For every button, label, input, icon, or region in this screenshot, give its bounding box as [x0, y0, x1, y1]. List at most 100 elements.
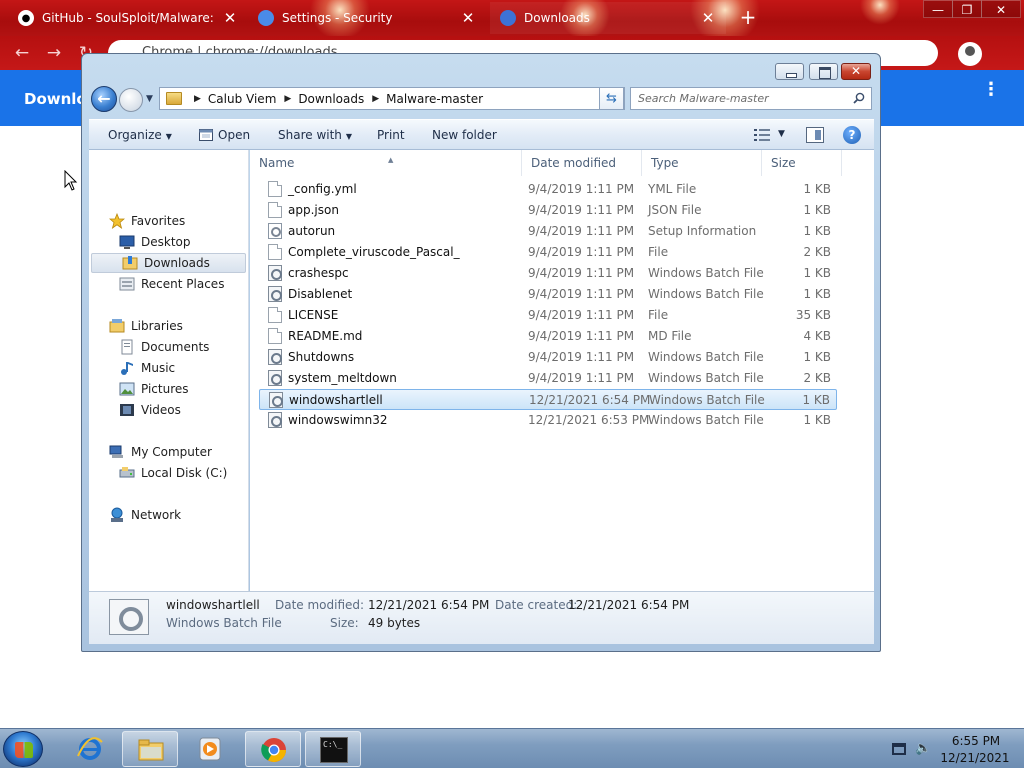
file-size: 1 KB	[803, 203, 831, 217]
print-button[interactable]: Print	[377, 128, 405, 142]
column-name[interactable]: Name ▲	[250, 150, 522, 176]
nav-libraries[interactable]: Libraries	[89, 316, 246, 336]
file-name: app.json	[288, 203, 339, 217]
start-button[interactable]	[3, 731, 43, 767]
breadcrumb-separator[interactable]: ▶	[372, 94, 379, 104]
tab-title: Downloads	[524, 11, 590, 25]
nav-desktop[interactable]: Desktop	[89, 232, 246, 252]
file-row[interactable]: _config.yml 9/4/2019 1:11 PM YML File 1 KB	[259, 179, 837, 200]
tab-github[interactable]: ● GitHub - SoulSploit/Malware: Be ✕	[8, 2, 248, 34]
nav-videos[interactable]: Videos	[89, 400, 246, 420]
taskbar-chrome[interactable]	[245, 731, 301, 767]
file-list[interactable]: Name ▲ Date modified Type Size _config.y…	[250, 150, 874, 591]
file-size: 1 KB	[802, 393, 830, 407]
share-with-button[interactable]: Share with ▼	[278, 128, 352, 142]
search-icon[interactable]	[853, 92, 865, 104]
refresh-icon[interactable]: ⇆	[599, 87, 624, 110]
column-size[interactable]: Size	[762, 150, 842, 176]
profile-avatar[interactable]	[958, 42, 982, 66]
recent-pages-dropdown[interactable]: ▼	[146, 94, 153, 104]
view-details-icon[interactable]	[753, 128, 771, 142]
new-folder-button[interactable]: New folder	[432, 128, 497, 142]
breadcrumb-user[interactable]: Calub Viem	[208, 92, 276, 106]
batch-file-icon	[268, 349, 282, 365]
nav-pictures[interactable]: Pictures	[89, 379, 246, 399]
nav-recent-places[interactable]: Recent Places	[89, 274, 246, 294]
file-type: Windows Batch File	[648, 371, 764, 385]
back-arrow-icon[interactable]: ←	[91, 86, 117, 112]
file-row[interactable]: app.json 9/4/2019 1:11 PM JSON File 1 KB	[259, 200, 837, 221]
file-size: 2 KB	[803, 371, 831, 385]
view-options-dropdown[interactable]: ▼	[778, 129, 785, 139]
nav-network[interactable]: Network	[89, 505, 246, 525]
search-box[interactable]	[630, 87, 872, 110]
window-close-button[interactable]: ✕	[841, 63, 871, 80]
address-bar[interactable]: ▶ Calub Viem ▶ Downloads ▶ Malware-maste…	[159, 87, 625, 110]
nav-documents[interactable]: Documents	[89, 337, 246, 357]
file-row[interactable]: windowswimn32 12/21/2021 6:53 PM Windows B…	[259, 410, 837, 431]
file-name: Shutdowns	[288, 350, 355, 364]
explorer-window[interactable]: ✕ ← ▼ ▶ Calub Viem ▶ Downloads ▶ Malware…	[81, 53, 881, 652]
breadcrumb-malware-master[interactable]: Malware-master	[386, 92, 483, 106]
nav-my-computer[interactable]: My Computer	[89, 442, 246, 462]
window-minimize-button[interactable]	[775, 63, 804, 80]
search-input[interactable]	[631, 88, 841, 109]
browser-maximize-button[interactable]: ❐	[952, 0, 982, 18]
file-size: 1 KB	[803, 287, 831, 301]
network-status-icon[interactable]	[892, 743, 906, 755]
media-player-icon	[199, 737, 221, 761]
forward-arrow-icon[interactable]	[119, 88, 143, 112]
file-row[interactable]: LICENSE 9/4/2019 1:11 PM File 35 KB	[259, 305, 837, 326]
nav-favorites[interactable]: Favorites	[89, 211, 246, 231]
tab-close-icon[interactable]: ✕	[700, 10, 716, 26]
taskbar-windows-explorer[interactable]	[122, 731, 178, 767]
preview-pane-icon[interactable]	[806, 127, 824, 143]
file-row[interactable]: Disablenet 9/4/2019 1:11 PM Windows Batch …	[259, 284, 837, 305]
file-row[interactable]: Shutdowns 9/4/2019 1:11 PM Windows Batch F…	[259, 347, 837, 368]
file-row[interactable]: Complete_viruscode_Pascal_ 9/4/2019 1:11 …	[259, 242, 837, 263]
nav-label: Downloads	[144, 256, 210, 270]
nav-local-disk[interactable]: Local Disk (C:)	[89, 463, 246, 483]
clock-time[interactable]: 6:55 PM	[946, 734, 1006, 748]
breadcrumb-separator[interactable]: ▶	[284, 94, 291, 104]
nav-downloads[interactable]: Downloads	[91, 253, 246, 273]
browser-minimize-button[interactable]: —	[923, 0, 953, 18]
file-name: windowshartlell	[289, 393, 383, 407]
organize-button[interactable]: Organize ▼	[108, 128, 172, 142]
forward-arrow-icon[interactable]: →	[42, 41, 66, 65]
file-row[interactable]: README.md 9/4/2019 1:11 PM MD File 4 KB	[259, 326, 837, 347]
nav-music[interactable]: Music	[89, 358, 246, 378]
tab-downloads[interactable]: Downloads ✕	[490, 2, 726, 34]
taskbar-media-player[interactable]	[182, 731, 238, 767]
breadcrumb-downloads[interactable]: Downloads	[298, 92, 364, 106]
clock-date[interactable]: 12/21/2021	[940, 751, 1010, 765]
column-type[interactable]: Type	[642, 150, 762, 176]
tab-close-icon[interactable]: ✕	[460, 10, 476, 26]
download-icon	[500, 10, 516, 26]
browser-close-button[interactable]: ✕	[981, 0, 1021, 18]
tab-settings-security[interactable]: Settings - Security ✕	[248, 2, 486, 34]
file-type: Setup Information	[648, 224, 757, 238]
column-date-modified[interactable]: Date modified	[522, 150, 642, 176]
open-button[interactable]: Open	[199, 128, 250, 142]
recent-places-icon	[119, 277, 135, 291]
window-maximize-button[interactable]	[809, 63, 838, 80]
volume-icon[interactable]: 🔈	[915, 741, 931, 756]
file-row[interactable]: crashespc 9/4/2019 1:11 PM Windows Batch F…	[259, 263, 837, 284]
tab-close-icon[interactable]: ✕	[222, 10, 238, 26]
file-name: windowswimn32	[288, 413, 388, 427]
decor-sparkle	[860, 0, 900, 25]
taskbar-internet-explorer[interactable]	[62, 731, 118, 767]
taskbar-command-prompt[interactable]: C:\_	[305, 731, 361, 767]
breadcrumb-separator[interactable]: ▶	[194, 94, 201, 104]
document-icon	[268, 181, 282, 197]
batch-file-icon	[268, 265, 282, 281]
more-menu-icon[interactable]: ⋮	[982, 81, 1000, 99]
back-arrow-icon[interactable]: ←	[10, 41, 34, 65]
file-row[interactable]: autorun 9/4/2019 1:11 PM Setup Information…	[259, 221, 837, 242]
new-tab-button[interactable]: +	[736, 6, 760, 30]
file-type: File	[648, 308, 669, 322]
help-icon[interactable]: ?	[843, 126, 861, 144]
file-row[interactable]: system_meltdown 9/4/2019 1:11 PM Windows B…	[259, 368, 837, 389]
file-row[interactable]: windowshartlell 12/21/2021 6:54 PM Windows…	[259, 389, 837, 410]
